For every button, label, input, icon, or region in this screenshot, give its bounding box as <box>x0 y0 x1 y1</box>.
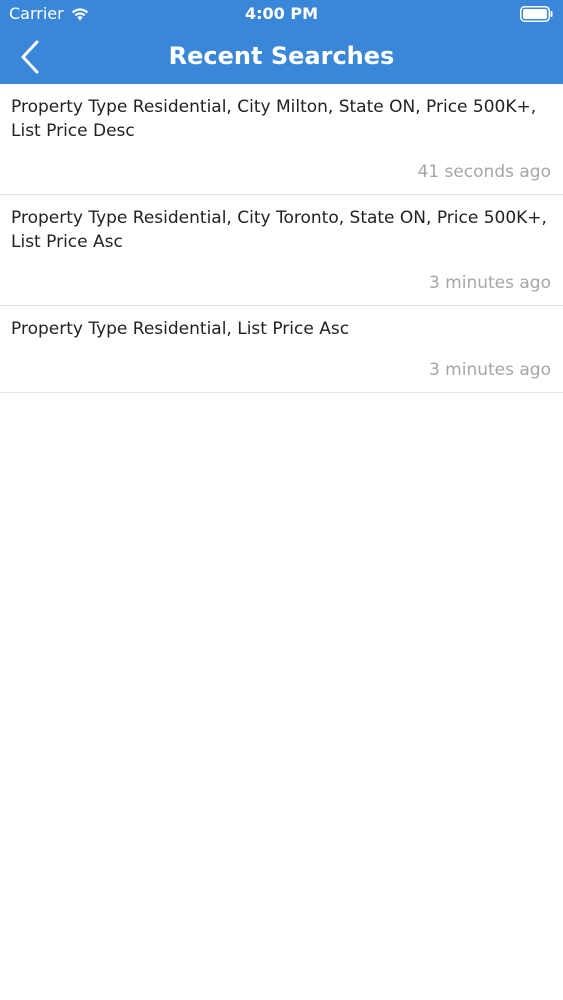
app-header: Carrier 4:00 PM Recent Searches <box>0 0 563 84</box>
recent-searches-list: Property Type Residential, City Milton, … <box>0 84 563 393</box>
page-title: Recent Searches <box>168 42 395 70</box>
search-item-3[interactable]: Property Type Residential, List Price As… <box>0 306 563 393</box>
search-item-timestamp: 41 seconds ago <box>417 162 551 182</box>
search-item-2[interactable]: Property Type Residential, City Toronto,… <box>0 195 563 306</box>
battery-icon <box>520 6 553 22</box>
navigation-bar: Recent Searches <box>0 28 563 84</box>
status-time: 4:00 PM <box>244 4 318 23</box>
search-item-text: Property Type Residential, List Price As… <box>11 319 350 339</box>
search-item-timestamp: 3 minutes ago <box>428 273 551 293</box>
search-item-timestamp: 3 minutes ago <box>428 360 551 380</box>
search-item-text: Property Type Residential, City Milton, … <box>11 97 537 141</box>
search-item-text: Property Type Residential, City Toronto,… <box>11 208 547 252</box>
status-bar: Carrier 4:00 PM <box>0 0 563 28</box>
search-item-1[interactable]: Property Type Residential, City Milton, … <box>0 84 563 195</box>
